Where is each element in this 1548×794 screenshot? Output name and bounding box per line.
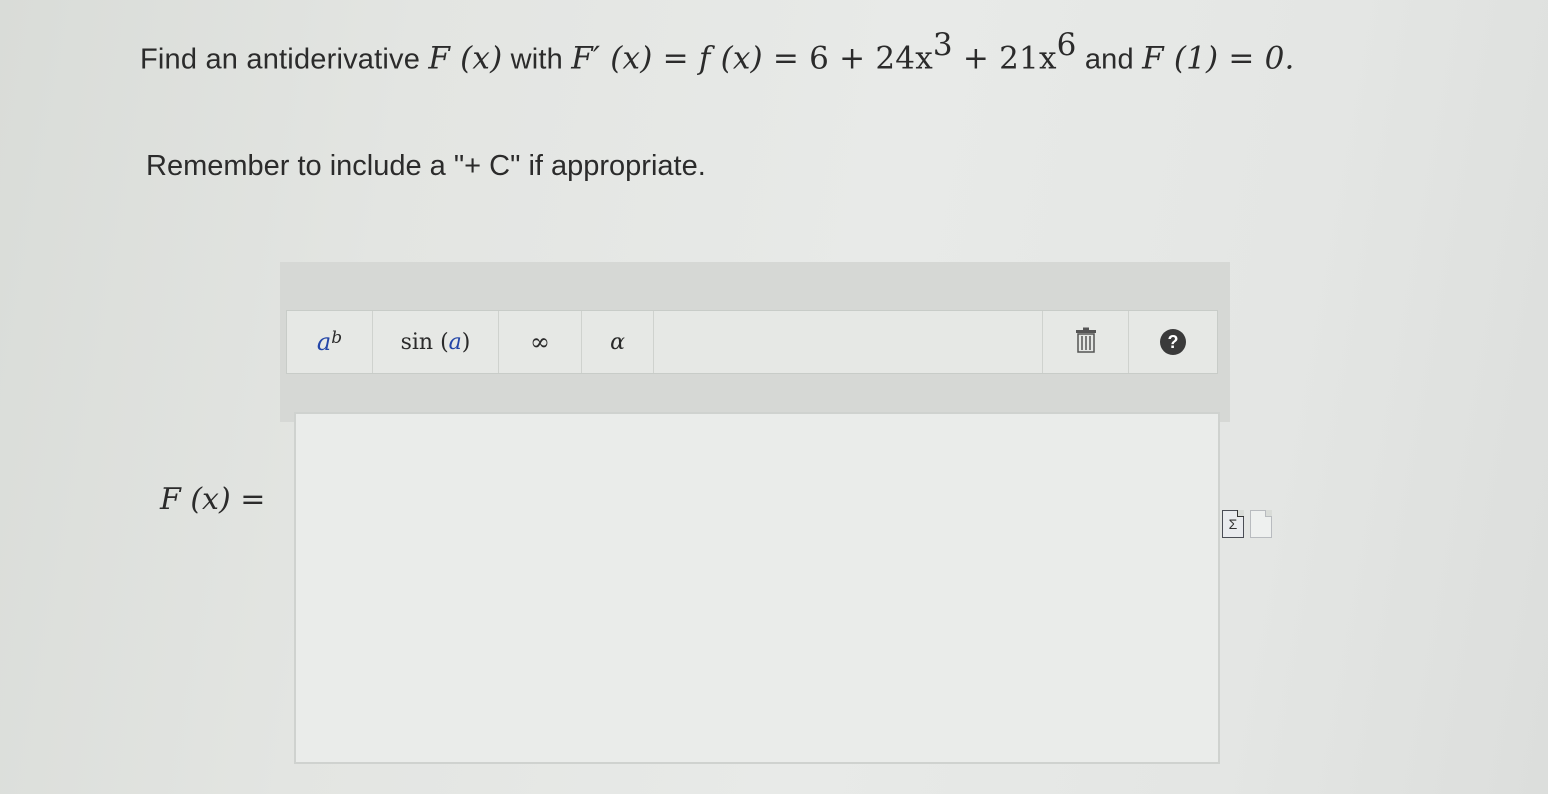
reminder-text: Remember to include a "+ C" if appropria… [146, 150, 706, 182]
sin-suffix: ) [461, 329, 471, 355]
sin-function-button[interactable]: sin (a) [373, 311, 499, 373]
answer-label: F (x) = [160, 482, 266, 517]
question-text: Find an antiderivative F (x) with F′ (x)… [140, 27, 1295, 77]
question-F-prime: F′ (x) [571, 40, 653, 77]
formula-preview-icon[interactable]: Σ [1222, 510, 1244, 538]
sigma-glyph: Σ [1228, 516, 1238, 532]
question-condition: F (1) = 0. [1142, 40, 1295, 77]
question-expr-b: + 21x [952, 40, 1057, 77]
power-exponent: b [331, 328, 343, 348]
question-with: with [502, 43, 572, 76]
clear-button[interactable] [1043, 311, 1129, 373]
infinity-button[interactable]: ∞ [499, 311, 582, 373]
help-button[interactable]: ? [1129, 311, 1217, 373]
question-exp-a: 3 [932, 27, 953, 63]
question-eq2: = [762, 40, 810, 77]
math-toolbar: ab sin (a) ∞ α ? [286, 310, 1218, 374]
alpha-symbol: α [610, 329, 625, 355]
toolbar-spacer [654, 311, 1043, 373]
infinity-symbol: ∞ [530, 328, 550, 356]
question-f-of-x: f (x) [698, 40, 763, 77]
page-icon[interactable] [1250, 510, 1272, 538]
question-exp-b: 6 [1056, 27, 1077, 63]
question-and: and [1076, 43, 1143, 76]
sin-prefix: sin ( [400, 329, 449, 355]
help-icon: ? [1160, 329, 1186, 355]
answer-input[interactable] [294, 412, 1220, 764]
question-eq1: = [652, 40, 699, 77]
power-base: a [316, 328, 332, 356]
power-button[interactable]: ab [287, 311, 373, 373]
sin-argument: a [448, 329, 462, 355]
answer-side-icons: Σ [1222, 510, 1272, 538]
question-expr-a: 6 + 24x [809, 40, 933, 77]
question-prefix: Find an antiderivative [140, 43, 429, 76]
question-F-of-x: F (x) [428, 40, 503, 77]
greek-letters-button[interactable]: α [582, 311, 654, 373]
trash-icon [1074, 327, 1098, 358]
